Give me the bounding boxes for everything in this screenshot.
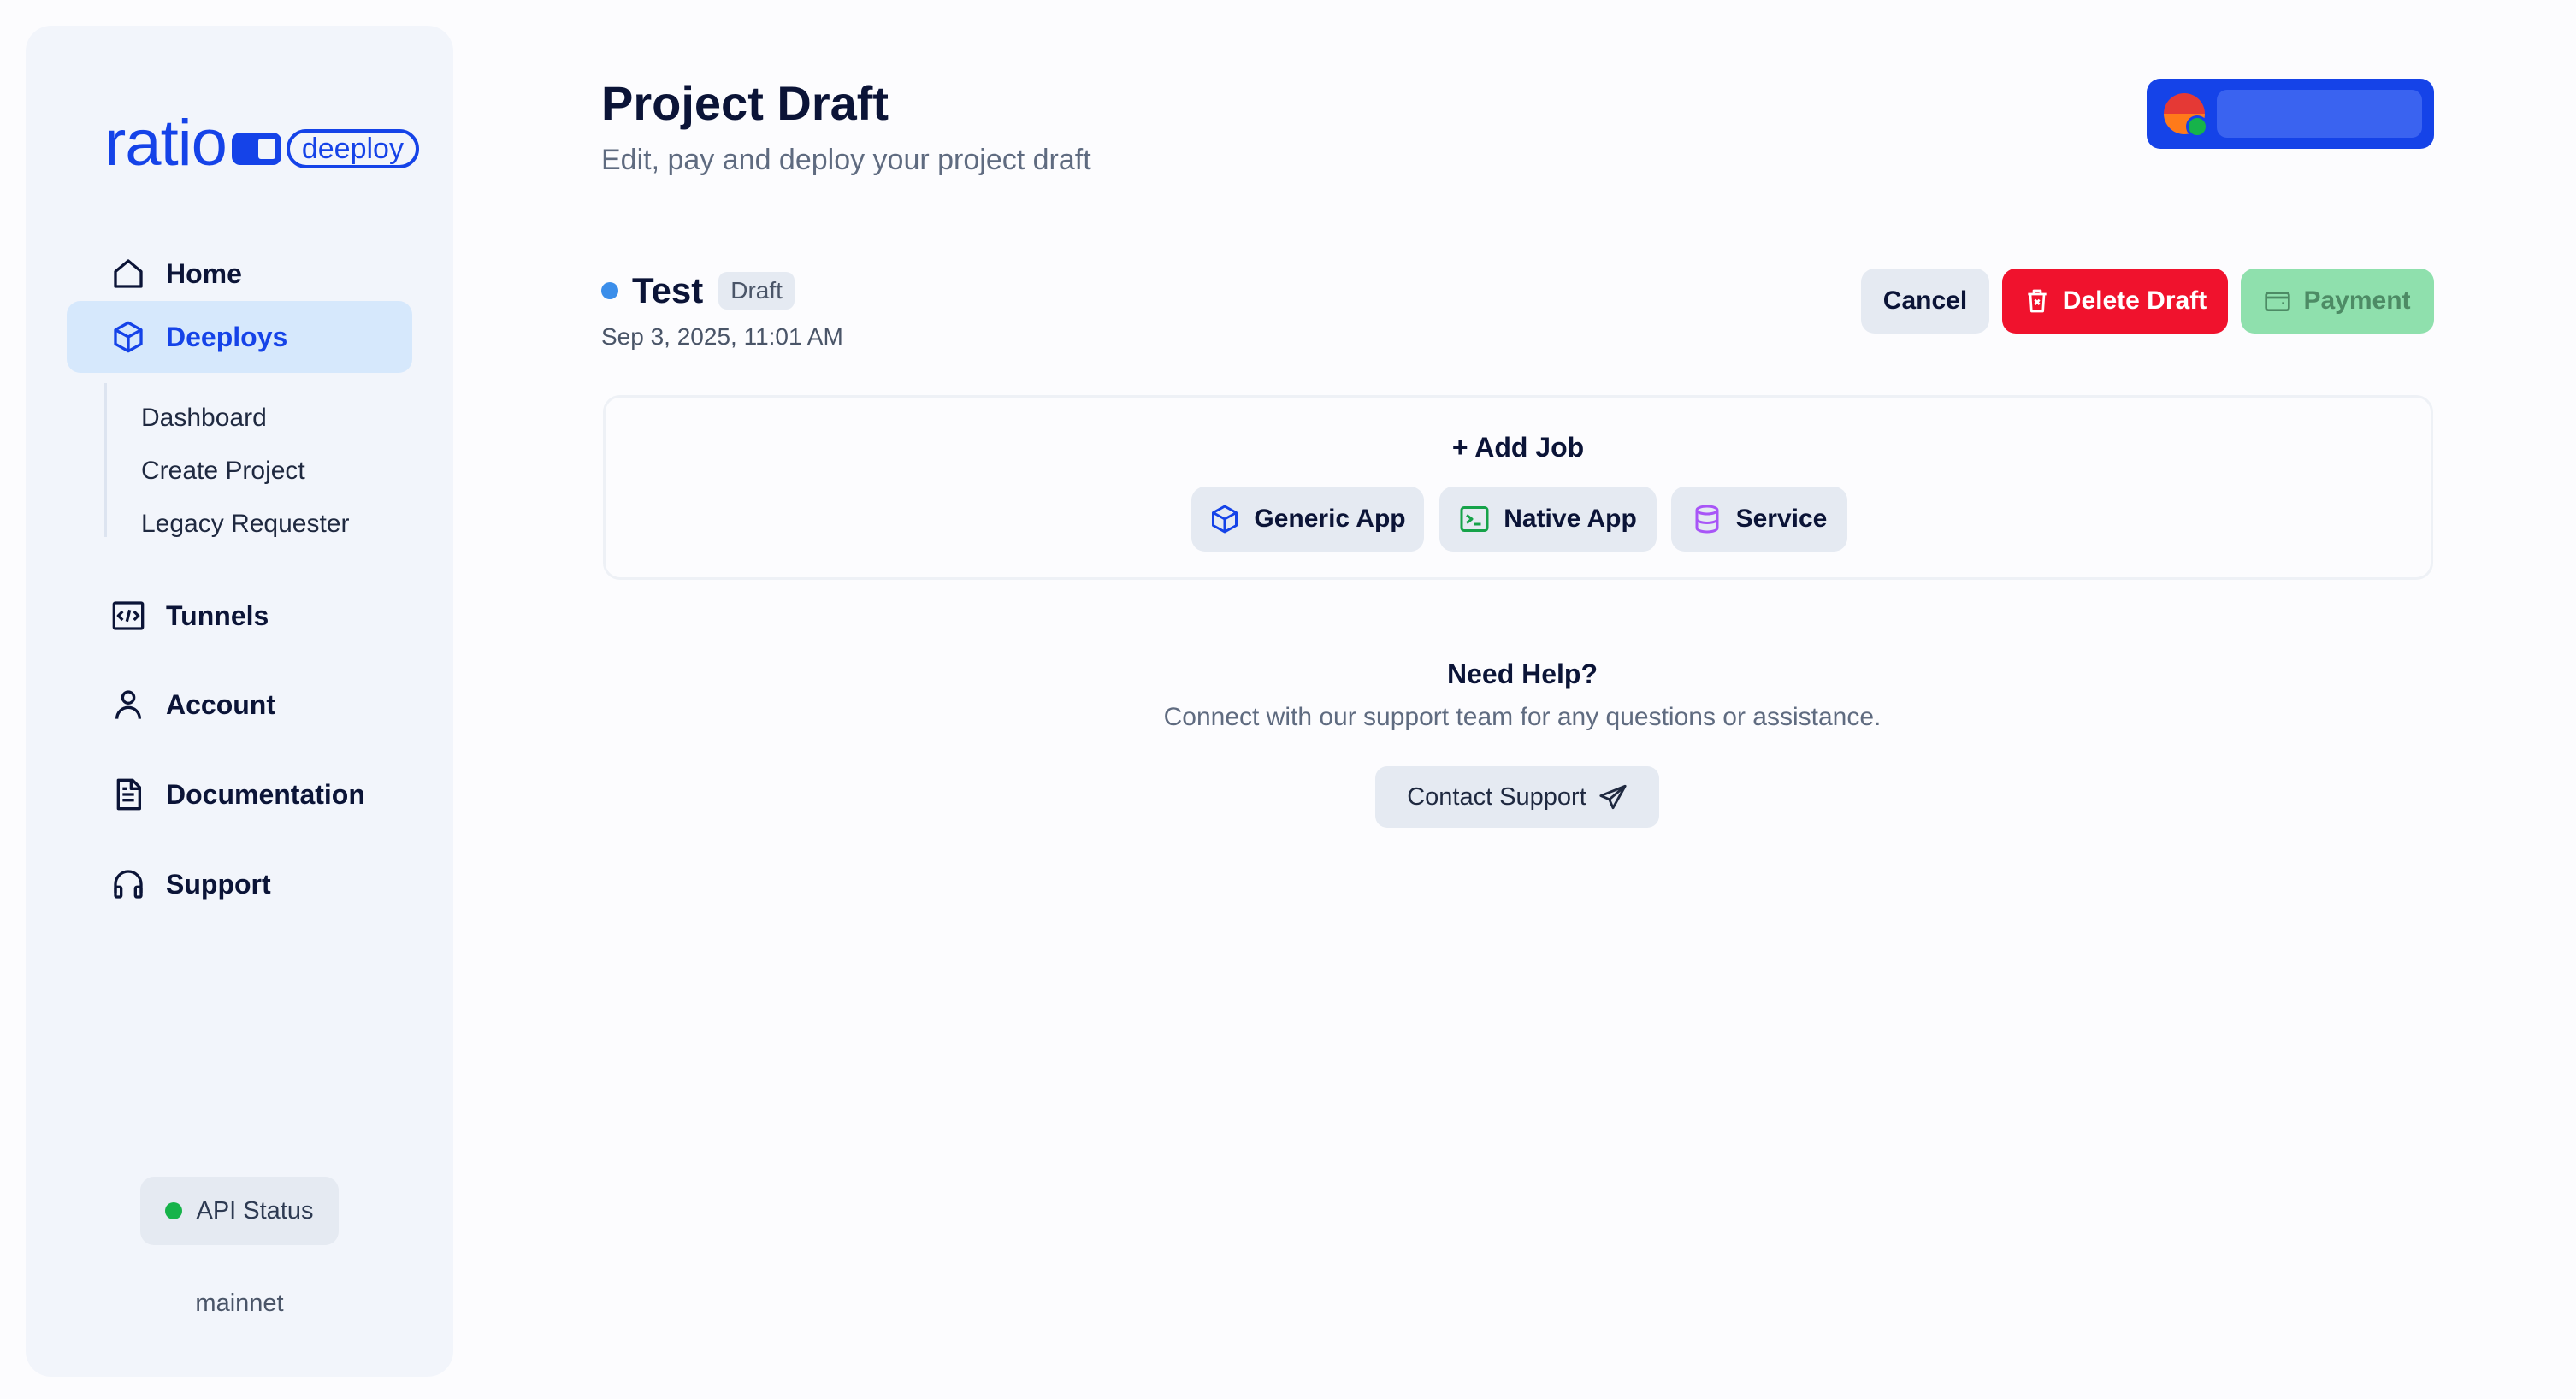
sidebar: ratio deeploy Home Deeploys Dashboard Cr… bbox=[26, 26, 453, 1377]
native-app-label: Native App bbox=[1504, 505, 1637, 533]
contact-support-label: Contact Support bbox=[1407, 782, 1586, 811]
help-text: Connect with our support team for any qu… bbox=[1163, 703, 1882, 731]
service-button[interactable]: Service bbox=[1671, 487, 1847, 552]
wallet-icon bbox=[2265, 292, 2291, 311]
page-subtitle: Edit, pay and deploy your project draft bbox=[601, 144, 1091, 176]
status-badge: Draft bbox=[718, 272, 795, 310]
add-job-label: + Add Job bbox=[1451, 432, 1585, 463]
delete-label: Delete Draft bbox=[2062, 286, 2207, 315]
logo-mark bbox=[231, 133, 281, 165]
send-icon bbox=[1599, 784, 1627, 810]
nav-item-tunnels[interactable]: Tunnels bbox=[67, 580, 412, 652]
project-status-dot bbox=[601, 282, 618, 299]
document-icon bbox=[116, 778, 141, 811]
headphones-icon bbox=[114, 870, 143, 899]
help-title: Need Help? bbox=[1446, 658, 1598, 689]
logo-text: ratio bbox=[104, 107, 227, 180]
wallet-address-field bbox=[2217, 90, 2422, 138]
subnav-item-legacy-requester[interactable]: Legacy Requester bbox=[141, 510, 350, 539]
cube-icon bbox=[114, 321, 143, 353]
page-title: Project Draft bbox=[601, 76, 889, 130]
api-status-button[interactable]: API Status bbox=[140, 1177, 339, 1245]
project-date: Sep 3, 2025, 11:01 AM bbox=[601, 323, 843, 350]
wallet-button[interactable] bbox=[2147, 79, 2434, 149]
service-label: Service bbox=[1735, 505, 1828, 533]
generic-app-button[interactable]: Generic App bbox=[1191, 487, 1424, 552]
nav-item-documentation[interactable]: Documentation bbox=[67, 759, 412, 830]
database-icon bbox=[1695, 505, 1719, 534]
nav-item-support[interactable]: Support bbox=[67, 848, 412, 920]
nav-label: Support bbox=[166, 868, 271, 900]
project-name: Test bbox=[632, 270, 704, 310]
api-status-label: API Status bbox=[196, 1196, 314, 1225]
native-app-button[interactable]: Native App bbox=[1439, 487, 1657, 552]
app-logo[interactable]: ratio deeploy bbox=[104, 111, 419, 176]
project-header: Test Draft bbox=[601, 270, 795, 311]
nav-item-home[interactable]: Home bbox=[67, 238, 412, 310]
delete-draft-button[interactable]: Delete Draft bbox=[2002, 269, 2228, 334]
deeploys-subnav: Dashboard Create Project Legacy Requeste… bbox=[104, 383, 350, 538]
contact-support-button[interactable]: Contact Support bbox=[1375, 766, 1659, 828]
jobs-card: + Add Job Generic App Native App Service bbox=[603, 395, 2433, 580]
cancel-button[interactable]: Cancel bbox=[1861, 269, 1989, 334]
cancel-label: Cancel bbox=[1882, 286, 1968, 315]
nav-label: Deeploys bbox=[166, 321, 288, 352]
nav-label: Home bbox=[166, 257, 242, 289]
cube-icon bbox=[1212, 505, 1238, 534]
nav-label: Tunnels bbox=[166, 599, 269, 631]
nav-item-deeploys[interactable]: Deeploys bbox=[67, 301, 412, 373]
network-label: mainnet bbox=[195, 1290, 284, 1317]
status-dot bbox=[165, 1202, 183, 1219]
subnav-item-dashboard[interactable]: Dashboard bbox=[141, 404, 267, 433]
generic-app-label: Generic App bbox=[1254, 505, 1406, 533]
subnav-item-create-project[interactable]: Create Project bbox=[141, 457, 305, 486]
terminal-icon bbox=[1460, 506, 1489, 532]
home-icon bbox=[114, 259, 143, 288]
trash-icon bbox=[2028, 289, 2047, 313]
logo-pill: deeploy bbox=[286, 129, 419, 168]
code-tunnel-icon bbox=[112, 601, 145, 630]
wallet-avatar bbox=[2164, 93, 2208, 138]
payment-button[interactable]: Payment bbox=[2241, 269, 2434, 334]
nav-label: Documentation bbox=[166, 778, 365, 810]
payment-label: Payment bbox=[2303, 286, 2411, 315]
